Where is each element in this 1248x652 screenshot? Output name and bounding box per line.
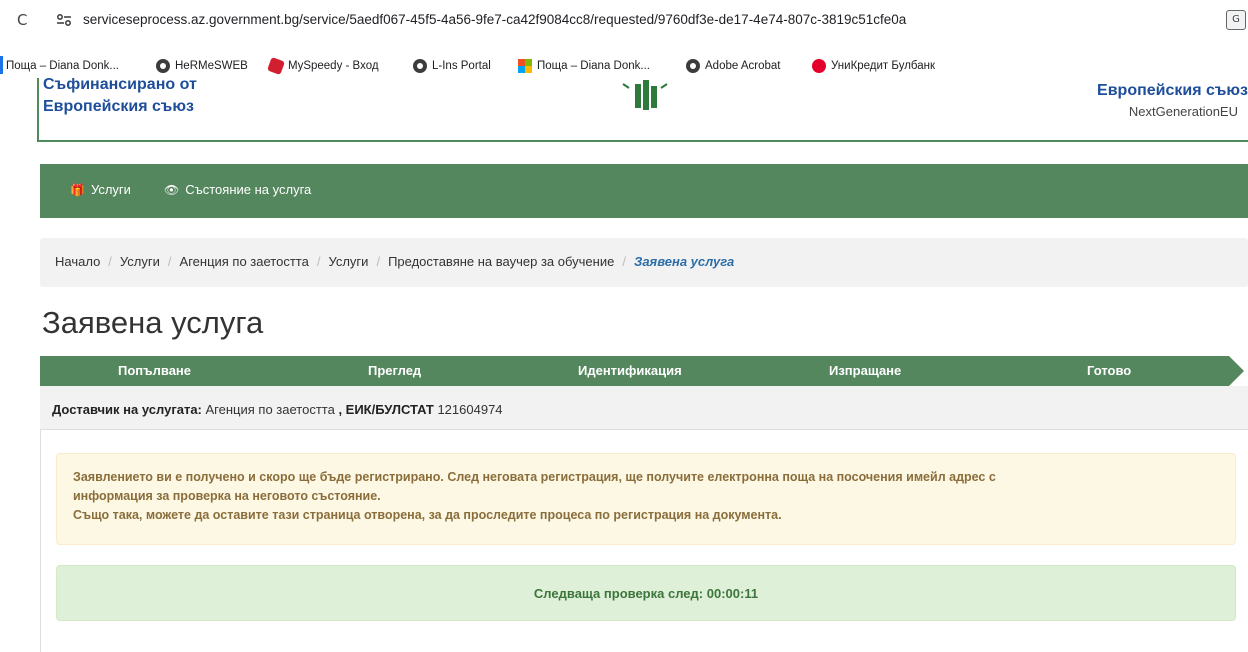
page-title: Заявена услуга	[42, 305, 264, 340]
banner-eu-text: Европейския съюз NextGenerationEU	[1097, 82, 1248, 119]
bookmark-label: Поща – Diana Donk...	[537, 60, 650, 72]
alert-line-3: Също така, можете да оставите тази стран…	[73, 508, 782, 522]
provider-label: Доставчик на услугата:	[52, 402, 202, 417]
unicredit-icon	[812, 59, 826, 73]
bookmark-label: Поща – Diana Donk...	[6, 60, 119, 72]
bookmark-label: L-Ins Portal	[432, 60, 491, 72]
breadcrumb-voucher-service[interactable]: Предоставяне на ваучер за обучение	[388, 254, 614, 269]
nav-services-label: Услуги	[90, 182, 131, 197]
banner-cofunded-text: Съфинансирано от Европейския съюз	[43, 78, 197, 118]
banner-right-line2: NextGenerationEU	[1128, 104, 1238, 119]
globe-icon	[413, 59, 427, 73]
bookmark-label: MySpeedy - Вход	[288, 60, 379, 72]
bookmark-3[interactable]: MySpeedy - Вход	[267, 57, 379, 75]
eu-funding-banner: Съфинансирано от Европейския съюз Европе…	[37, 78, 1248, 142]
bookmark-7[interactable]: УниКредит Булбанк	[812, 57, 935, 75]
provider-id-label: , ЕИК/БУЛСТАТ	[338, 402, 434, 417]
site-settings-icon[interactable]	[54, 10, 74, 30]
step-done: Готово	[1087, 363, 1132, 378]
next-check-timer: 00:00:11	[706, 586, 759, 601]
alert-line-1: Заявлението ви е получено и скоро ще бъд…	[73, 470, 996, 484]
step-sending: Изпращане	[829, 363, 902, 378]
breadcrumb-agency-services[interactable]: Услуги	[328, 254, 368, 269]
eye-icon: 👁	[164, 182, 180, 197]
recovery-plan-logo-icon	[622, 80, 668, 110]
url-host: serviceseprocess.az.government.bg	[83, 12, 300, 27]
breadcrumb-separator: /	[108, 254, 112, 269]
banner-left-line1: Съфинансирано от	[43, 78, 197, 93]
bookmark-4[interactable]: L-Ins Portal	[413, 57, 491, 75]
globe-icon	[686, 59, 700, 73]
nav-services[interactable]: 🎁 Услуги	[70, 182, 131, 197]
bookmark-label: Adobe Acrobat	[705, 60, 781, 72]
banner-right-line1: Европейския съюз	[1097, 82, 1248, 99]
bookmark-2[interactable]: HeRMeSWEB	[156, 57, 248, 75]
bookmark-1[interactable]: Поща – Diana Donk...	[6, 57, 119, 75]
url-field[interactable]: serviceseprocess.az.government.bg/servic…	[83, 12, 906, 27]
breadcrumb-home[interactable]: Начало	[55, 254, 100, 269]
breadcrumb-agency[interactable]: Агенция по заетостта	[180, 254, 309, 269]
speedy-icon	[267, 57, 285, 75]
globe-icon	[156, 59, 170, 73]
bookmark-6[interactable]: Adobe Acrobat	[686, 57, 780, 75]
breadcrumb-separator: /	[376, 254, 381, 269]
step-arrow-tip	[1229, 356, 1244, 386]
breadcrumb-services[interactable]: Услуги	[120, 254, 160, 269]
provider-name: Агенция по заетостта	[205, 402, 335, 417]
breadcrumb-separator: /	[316, 254, 321, 269]
step-identification: Идентификация	[578, 363, 682, 378]
gift-icon: 🎁	[70, 182, 85, 197]
breadcrumb-current: Заявена услуга	[633, 254, 735, 269]
registration-info-alert: Заявлението ви е получено и скоро ще бъд…	[56, 453, 1236, 545]
step-fill: Попълване	[118, 363, 192, 378]
translate-icon[interactable]: G	[1226, 10, 1246, 30]
service-provider: Доставчик на услугата: Агенция по заетос…	[40, 386, 1248, 430]
microsoft-icon	[518, 59, 532, 73]
address-bar: C serviceseprocess.az.government.bg/serv…	[0, 0, 1248, 40]
main-navbar: 🎁 Услуги 👁 Състояние на услуга	[40, 164, 1248, 218]
next-check-alert: Следваща проверка след: 00:00:11	[56, 565, 1236, 621]
reload-icon[interactable]: C	[17, 11, 35, 29]
breadcrumb-separator: /	[167, 254, 172, 269]
progress-steps: Попълване Преглед Идентификация Изпращан…	[40, 356, 1248, 386]
bookmark-label: HeRMeSWEB	[175, 60, 248, 72]
nav-service-status[interactable]: 👁 Състояние на услуга	[164, 182, 311, 197]
bookmarks-divider	[0, 56, 3, 74]
next-check-label: Следваща проверка след:	[533, 586, 704, 601]
banner-left-line2: Европейския съюз	[43, 98, 194, 115]
breadcrumb-separator: /	[622, 254, 626, 269]
provider-id-value: 121604974	[437, 402, 503, 417]
nav-service-status-label: Състояние на услуга	[185, 182, 312, 197]
bookmarks-bar: Поща – Diana Donk... HeRMeSWEB MySpeedy …	[0, 52, 1248, 78]
bookmark-5[interactable]: Поща – Diana Donk...	[518, 57, 650, 75]
bookmark-label: УниКредит Булбанк	[831, 60, 935, 72]
alert-line-2: информация за проверка на неговото състо…	[73, 489, 381, 503]
url-path: /service/5aedf067-45f5-4a56-9fe7-ca42f90…	[299, 12, 907, 27]
breadcrumb: Начало / Услуги / Агенция по заетостта / Услуг…	[40, 238, 1248, 287]
step-review: Преглед	[368, 363, 422, 378]
